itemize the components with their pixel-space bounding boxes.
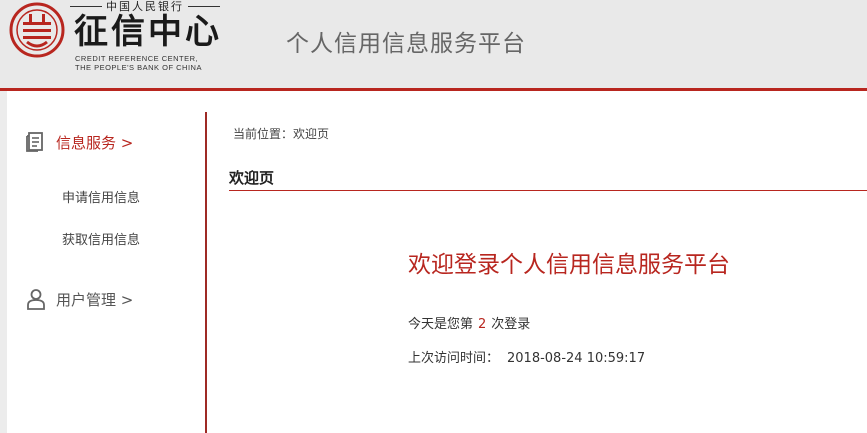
logo-en-line2: THE PEOPLE'S BANK OF CHINA <box>75 63 202 72</box>
site-header: 中国人民银行 征信中心 CREDIT REFERENCE CENTER, THE… <box>0 0 867 91</box>
login-count-prefix: 今天是您第 <box>408 317 474 332</box>
sidebar-group-info-service[interactable]: 信息服务 > <box>26 131 133 153</box>
login-count-value: 2 <box>478 317 487 332</box>
logo-main-text: 征信中心 <box>74 12 222 52</box>
sidebar-group-label: 信息服务 > <box>56 133 134 152</box>
login-count-line: 今天是您第 2 次登录 <box>408 313 530 332</box>
title-divider <box>229 190 867 191</box>
welcome-heading: 欢迎登录个人信用信息服务平台 <box>408 252 730 278</box>
sidebar-item-apply-credit-info[interactable]: 申请信用信息 <box>62 187 140 206</box>
last-visit-line: 上次访问时间： 2018-08-24 10:59:17 <box>408 347 645 366</box>
platform-title: 个人信用信息服务平台 <box>286 31 526 57</box>
logo-english-text: CREDIT REFERENCE CENTER, THE PEOPLE'S BA… <box>75 54 202 72</box>
logo-en-line1: CREDIT REFERENCE CENTER, <box>75 54 199 63</box>
last-visit-label: 上次访问时间： <box>408 351 500 366</box>
last-visit-time: 2018-08-24 10:59:17 <box>507 351 646 366</box>
login-count-suffix: 次登录 <box>491 317 531 332</box>
sidebar-item-get-credit-info[interactable]: 获取信用信息 <box>62 229 140 248</box>
logo-top-line: 中国人民银行 <box>70 0 220 13</box>
left-gutter <box>0 91 7 433</box>
breadcrumb: 当前位置：欢迎页 <box>233 127 330 141</box>
sidebar-divider <box>205 112 207 433</box>
page-title: 欢迎页 <box>229 169 275 187</box>
sidebar-group-user-management[interactable]: 用户管理 > <box>26 288 133 310</box>
user-icon <box>27 289 45 310</box>
document-icon <box>26 132 43 152</box>
credit-center-seal-icon <box>9 2 65 58</box>
sidebar-group-label: 用户管理 > <box>56 290 134 309</box>
